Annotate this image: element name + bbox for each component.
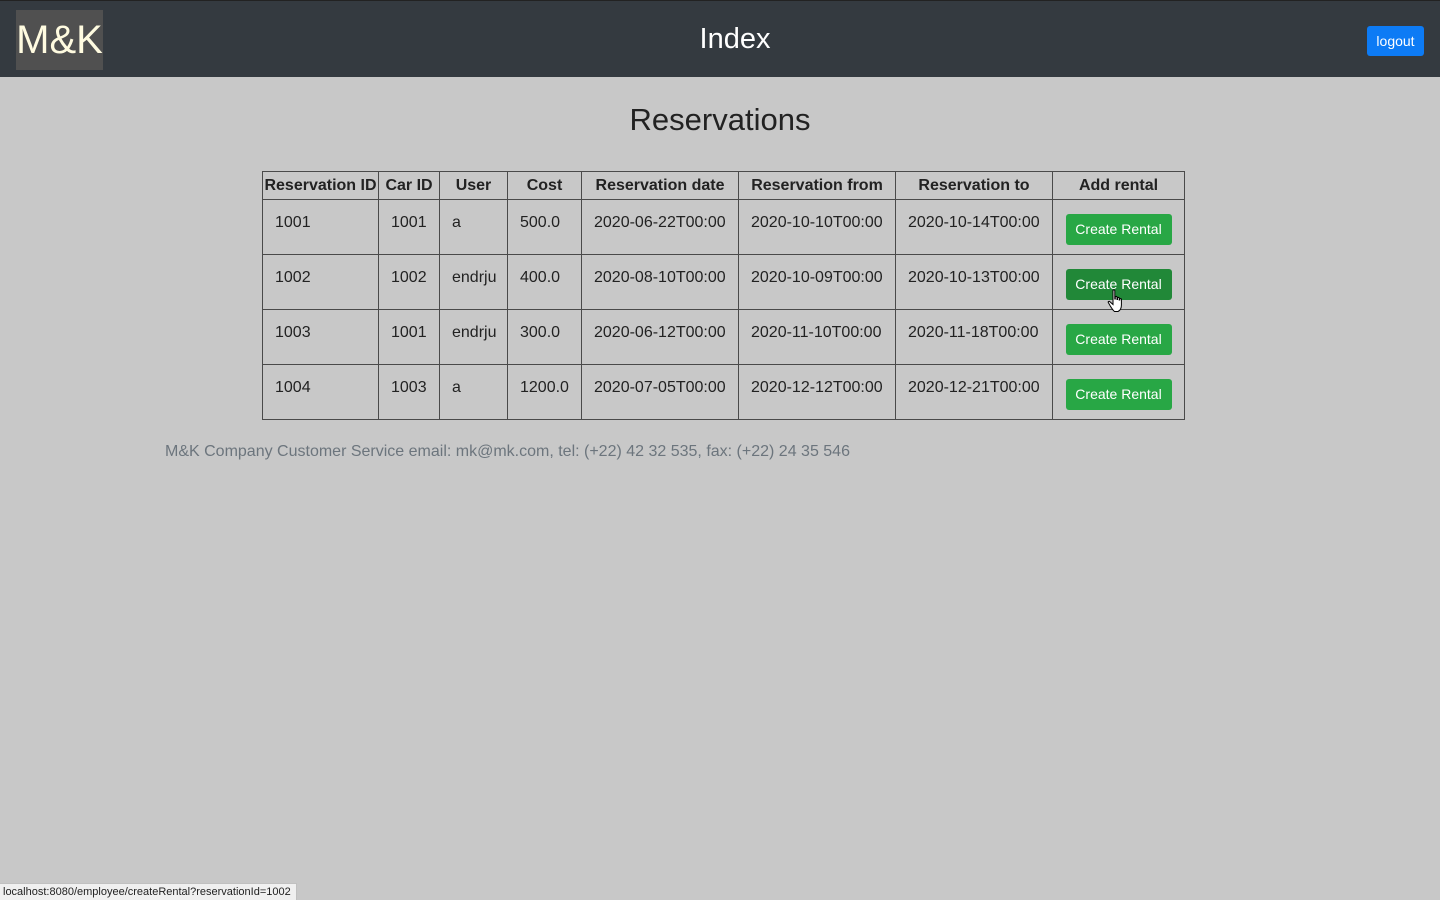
cell-reservation-from: 2020-10-09T00:00 xyxy=(738,254,896,310)
table-header: Reservation ID Car ID User Cost Reservat… xyxy=(262,171,1185,200)
column-header-cost: Cost xyxy=(507,171,582,200)
table-body: 1001 1001 a 500.0 2020-06-22T00:00 2020-… xyxy=(262,199,1185,420)
cell-add-rental: Create Rental xyxy=(1052,309,1185,365)
cell-reservation-date: 2020-06-22T00:00 xyxy=(581,199,739,255)
cell-user: endrju xyxy=(439,309,508,365)
cell-user: a xyxy=(439,199,508,255)
cell-reservation-from: 2020-10-10T00:00 xyxy=(738,199,896,255)
column-header-reservation-to: Reservation to xyxy=(895,171,1053,200)
cell-user: a xyxy=(439,364,508,420)
cell-cost: 1200.0 xyxy=(507,364,582,420)
cell-cost: 500.0 xyxy=(507,199,582,255)
cell-reservation-to: 2020-12-21T00:00 xyxy=(895,364,1053,420)
cell-reservation-to: 2020-10-14T00:00 xyxy=(895,199,1053,255)
cell-car-id: 1001 xyxy=(378,309,440,365)
table-row: 1001 1001 a 500.0 2020-06-22T00:00 2020-… xyxy=(262,199,1185,255)
logout-button[interactable]: logout xyxy=(1367,26,1424,56)
table-row: 1002 1002 endrju 400.0 2020-08-10T00:00 … xyxy=(262,254,1185,310)
cell-reservation-to: 2020-11-18T00:00 xyxy=(895,309,1053,365)
cell-reservation-id: 1003 xyxy=(262,309,379,365)
cell-reservation-date: 2020-06-12T00:00 xyxy=(581,309,739,365)
cell-reservation-from: 2020-11-10T00:00 xyxy=(738,309,896,365)
browser-status-bar: localhost:8080/employee/createRental?res… xyxy=(0,883,297,900)
cell-reservation-id: 1004 xyxy=(262,364,379,420)
cell-car-id: 1002 xyxy=(378,254,440,310)
create-rental-button[interactable]: Create Rental xyxy=(1065,378,1172,410)
cell-user: endrju xyxy=(439,254,508,310)
page: M&K Index logout Reservations Reservatio… xyxy=(0,0,1440,900)
customer-service-footer: M&K Company Customer Service email: mk@m… xyxy=(165,443,850,460)
column-header-reservation-from: Reservation from xyxy=(738,171,896,200)
cell-reservation-date: 2020-07-05T00:00 xyxy=(581,364,739,420)
cell-cost: 300.0 xyxy=(507,309,582,365)
cell-reservation-to: 2020-10-13T00:00 xyxy=(895,254,1053,310)
cell-car-id: 1001 xyxy=(378,199,440,255)
cell-reservation-date: 2020-08-10T00:00 xyxy=(581,254,739,310)
cell-car-id: 1003 xyxy=(378,364,440,420)
create-rental-button[interactable]: Create Rental xyxy=(1065,268,1172,300)
cell-cost: 400.0 xyxy=(507,254,582,310)
reservations-heading: Reservations xyxy=(629,102,811,137)
column-header-reservation-date: Reservation date xyxy=(581,171,739,200)
reservations-table: Reservation ID Car ID User Cost Reservat… xyxy=(262,171,1185,420)
column-header-add-rental: Add rental xyxy=(1052,171,1185,200)
cell-reservation-id: 1001 xyxy=(262,199,379,255)
top-navbar: M&K Index logout xyxy=(0,0,1440,77)
page-title: Index xyxy=(699,23,771,55)
cell-add-rental: Create Rental xyxy=(1052,254,1185,310)
cell-reservation-from: 2020-12-12T00:00 xyxy=(738,364,896,420)
cell-reservation-id: 1002 xyxy=(262,254,379,310)
cell-add-rental: Create Rental xyxy=(1052,364,1185,420)
column-header-reservation-id: Reservation ID xyxy=(262,171,379,200)
create-rental-button[interactable]: Create Rental xyxy=(1065,323,1172,355)
column-header-car-id: Car ID xyxy=(378,171,440,200)
cell-add-rental: Create Rental xyxy=(1052,199,1185,255)
table-header-row: Reservation ID Car ID User Cost Reservat… xyxy=(262,171,1185,200)
brand-logo[interactable]: M&K xyxy=(16,10,103,70)
column-header-user: User xyxy=(439,171,508,200)
table-row: 1003 1001 endrju 300.0 2020-06-12T00:00 … xyxy=(262,309,1185,365)
create-rental-button[interactable]: Create Rental xyxy=(1065,213,1172,245)
table-row: 1004 1003 a 1200.0 2020-07-05T00:00 2020… xyxy=(262,364,1185,420)
